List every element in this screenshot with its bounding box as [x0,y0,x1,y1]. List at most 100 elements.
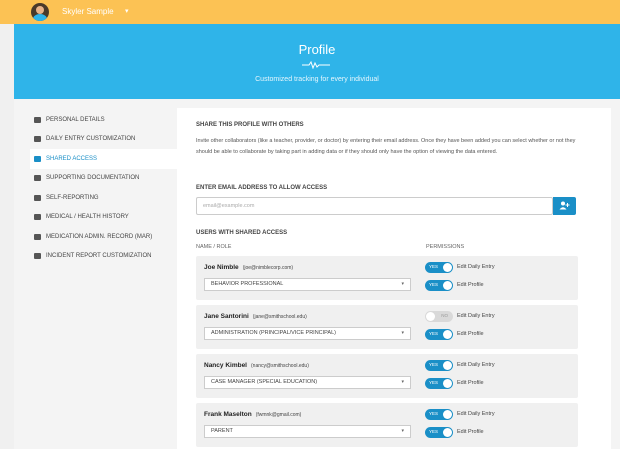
top-bar: Skyler Sample ▾ [0,0,620,24]
toggle-state: YES [429,264,439,269]
edit-daily-entry-toggle[interactable]: YES [425,408,453,420]
perm-edit-profile: YES Edit Profile [425,426,484,438]
sidebar-item[interactable]: Personal Details [30,110,182,130]
toggle-state: YES [429,362,439,367]
perm-edit-daily-entry: YES Edit Daily Entry [425,359,495,371]
heartbeat-wave-icon [302,61,330,69]
edit-profile-toggle[interactable]: YES [425,279,453,291]
perm-edit-profile: YES Edit Profile [425,377,484,389]
paperclip-icon [34,175,41,182]
heartbeat-icon [34,214,41,221]
sidebar-item[interactable]: Incident Report Customization [30,247,182,267]
edit-profile-toggle[interactable]: YES [425,377,453,389]
edit-daily-entry-label: Edit Daily Entry [457,411,495,417]
user-name-text: Nancy Kimbel [204,362,247,369]
edit-daily-entry-label: Edit Daily Entry [457,362,495,368]
user-card: Frank Maselton (fwmnk@gmail.com) Parent ▾ YE… [196,403,578,447]
users-section-title: Users with shared access [196,230,288,236]
sidebar-item-label: Medical / Health History [46,214,129,221]
toggle-state: YES [429,429,439,434]
perm-edit-daily-entry: YES Edit Daily Entry [425,261,495,273]
email-label: Enter email address to allow access [196,185,328,191]
chevron-down-icon: ▾ [401,281,404,287]
toggle-state: YES [429,380,439,385]
id-card-icon [34,116,41,123]
user-email: (joe@nimblecorp.com) [242,265,294,271]
role-select[interactable]: Case Manager (Special Education) ▾ [204,376,411,389]
page-title: Profile [298,42,336,57]
edit-profile-toggle[interactable]: YES [425,328,453,340]
sidebar-item[interactable]: Medical / Health History [30,208,182,228]
chevron-down-icon: ▾ [401,330,404,336]
edit-profile-label: Edit Profile [457,282,484,288]
share-title: Share this profile with others [196,122,304,128]
users-icon [34,155,41,162]
toggle-knob [443,280,452,290]
toggle-state: YES [429,411,439,416]
page-subtitle: Customized tracking for every individual [255,76,379,83]
role-select[interactable]: Parent ▾ [204,425,411,438]
toggle-knob [443,262,452,272]
user-email: (nancy@smithschool.edu) [251,363,309,369]
role-select[interactable]: Behavior Professional ▾ [204,278,411,291]
role-value: Administration (Principal/Vice Principal… [211,330,336,336]
user-name-text: Jane Santorini [204,313,249,320]
role-value: Behavior Professional [211,281,284,287]
edit-daily-entry-toggle[interactable]: NO [425,310,453,322]
shared-access-panel: Share this profile with others Invite ot… [177,108,611,449]
edit-daily-entry-toggle[interactable]: YES [425,359,453,371]
add-user-icon [559,201,570,210]
sidebar-item[interactable]: Self-Reporting [30,188,182,208]
toggle-knob [443,329,452,339]
pill-box-icon [34,233,41,240]
sidebar-item[interactable]: Supporting Documentation [30,169,182,189]
sidebar-item-label: Medication Admin. Record (MAR) [46,233,153,240]
sidebar-item[interactable]: Medication Admin. Record (MAR) [30,227,182,247]
email-input[interactable]: email@example.com [196,197,553,215]
edit-daily-entry-toggle[interactable]: YES [425,261,453,273]
toggle-knob [426,311,435,321]
user-email: (jane@smithschool.edu) [252,314,307,320]
col-header-permissions: Permissions [426,244,465,250]
avatar[interactable] [31,3,49,21]
chevron-down-icon: ▾ [401,428,404,434]
sidebar-item-label: Daily Entry Customization [46,136,136,143]
user-name: Nancy Kimbel (nancy@smithschool.edu) [204,362,309,369]
perm-edit-profile: YES Edit Profile [425,328,484,340]
toggle-state: YES [429,331,439,336]
sidebar-item-label: Incident Report Customization [46,253,152,260]
add-user-button[interactable] [553,197,576,215]
role-select[interactable]: Administration (Principal/Vice Principal… [204,327,411,340]
user-name-text: Joe Nimble [204,264,239,271]
sidebar-item[interactable]: Daily Entry Customization [30,130,182,150]
toggle-knob [443,360,452,370]
toggle-knob [443,378,452,388]
user-name: Joe Nimble (joe@nimblecorp.com) [204,264,293,271]
edit-profile-label: Edit Profile [457,331,484,337]
circle-user-icon [34,194,41,201]
edit-profile-label: Edit Profile [457,380,484,386]
share-description: Invite other collaborators (like a teach… [196,138,576,155]
col-header-name: Name / Role [196,244,232,250]
user-card: Jane Santorini (jane@smithschool.edu) Admi… [196,305,578,349]
chevron-down-icon[interactable]: ▾ [125,7,129,15]
username[interactable]: Skyler Sample [62,7,114,16]
chevron-down-icon: ▾ [401,379,404,385]
role-value: Parent [211,428,233,434]
perm-edit-daily-entry: YES Edit Daily Entry [425,408,495,420]
sidebar: Personal Details Daily Entry Customizatio… [30,110,182,266]
profile-page: Profile Customized tracking for every in… [14,24,620,449]
user-name: Frank Maselton (fwmnk@gmail.com) [204,411,301,418]
edit-profile-toggle[interactable]: YES [425,426,453,438]
calendar-icon [34,136,41,143]
sidebar-item[interactable]: Shared Access [30,149,182,169]
edit-profile-label: Edit Profile [457,429,484,435]
sidebar-item-label: Personal Details [46,116,105,123]
document-icon [34,253,41,260]
user-card: Joe Nimble (joe@nimblecorp.com) Behavior P… [196,256,578,300]
sidebar-item-label: Self-Reporting [46,194,99,201]
toggle-knob [443,427,452,437]
user-name-text: Frank Maselton [204,411,252,418]
perm-edit-daily-entry: NO Edit Daily Entry [425,310,495,322]
sidebar-item-label: Supporting Documentation [46,175,140,182]
